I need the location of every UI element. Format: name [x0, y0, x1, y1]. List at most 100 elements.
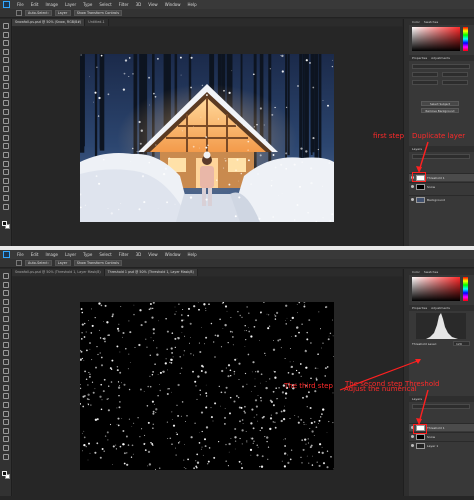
show-transform-controls[interactable]: Show Transform Controls [73, 260, 122, 266]
properties-field[interactable] [442, 72, 468, 77]
tool-icon[interactable] [3, 341, 9, 348]
move-tool-icon[interactable] [16, 10, 22, 16]
tool-icon[interactable] [3, 307, 9, 314]
auto-select-target[interactable]: Layer [54, 10, 71, 16]
menu-3d[interactable]: 3D [136, 250, 142, 259]
tool-icon[interactable] [3, 117, 9, 124]
eye-icon[interactable] [411, 435, 414, 438]
tool-icon[interactable] [3, 453, 9, 460]
tool-icon[interactable] [3, 23, 9, 29]
tool-icon[interactable] [3, 160, 9, 167]
tool-icon[interactable] [3, 74, 9, 81]
tool-icon[interactable] [3, 367, 9, 374]
tool-icon[interactable] [3, 126, 9, 133]
layer-filter-field[interactable] [412, 404, 470, 409]
tool-icon[interactable] [3, 290, 9, 297]
color-field[interactable] [412, 27, 460, 51]
auto-select-checkbox[interactable]: Auto-Select: [25, 10, 52, 16]
layers-panel-tab[interactable]: Layers [409, 146, 474, 152]
eye-icon[interactable] [411, 185, 414, 188]
select-subject-button[interactable]: Select Subject [421, 101, 459, 106]
threshold-level-input[interactable]: 129 [453, 341, 470, 346]
tool-icon[interactable] [3, 350, 9, 357]
tab-swatches[interactable]: Swatches [424, 269, 438, 275]
menu-file[interactable]: File [17, 250, 24, 259]
document-tab[interactable]: Untitled-1 [85, 19, 109, 26]
tab-properties[interactable]: Properties [412, 305, 427, 311]
menu-window[interactable]: Window [165, 250, 181, 259]
tool-icon[interactable] [3, 48, 9, 55]
tool-icon[interactable] [3, 169, 9, 176]
tool-icon[interactable] [3, 177, 9, 184]
menu-edit[interactable]: Edit [31, 0, 39, 9]
tool-icon[interactable] [3, 91, 9, 98]
hue-slider[interactable] [463, 27, 468, 51]
tool-icon[interactable] [3, 281, 9, 288]
tool-icon[interactable] [3, 83, 9, 90]
menu-type[interactable]: Type [83, 0, 92, 9]
tool-icon[interactable] [3, 109, 9, 115]
tool-icon[interactable] [3, 134, 9, 141]
move-tool-icon[interactable] [16, 260, 22, 266]
tool-icon[interactable] [3, 57, 9, 64]
menu-view[interactable]: View [148, 250, 158, 259]
tool-icon[interactable] [3, 410, 9, 417]
tool-icon[interactable] [3, 402, 9, 408]
foreground-color-swatch[interactable] [2, 221, 7, 226]
tab-color[interactable]: Color [412, 269, 420, 275]
tool-icon[interactable] [3, 316, 9, 322]
tool-icon[interactable] [3, 40, 9, 47]
tool-icon[interactable] [3, 31, 9, 38]
color-field[interactable] [412, 277, 460, 301]
tool-icon[interactable] [3, 436, 9, 443]
tab-swatches[interactable]: Swatches [424, 19, 438, 25]
tool-icon[interactable] [3, 203, 9, 210]
document-tab[interactable]: Snowfall-ps.psd @ 50% (Threshold 1, Laye… [12, 269, 105, 276]
threshold-histogram[interactable] [416, 313, 466, 339]
tool-icon[interactable] [3, 384, 9, 391]
tool-icon[interactable] [3, 376, 9, 383]
remove-background-button[interactable]: Remove Background [421, 108, 459, 113]
tab-adjustments[interactable]: Adjustments [431, 305, 450, 311]
tool-icon[interactable] [3, 298, 9, 305]
properties-field[interactable] [412, 72, 438, 77]
menu-layer[interactable]: Layer [65, 250, 76, 259]
menu-select[interactable]: Select [99, 250, 111, 259]
menu-image[interactable]: Image [45, 0, 58, 9]
auto-select-checkbox[interactable]: Auto-Select: [25, 260, 52, 266]
tool-icon[interactable] [3, 393, 9, 400]
properties-field[interactable] [412, 64, 470, 69]
tool-icon[interactable] [3, 273, 9, 279]
menu-file[interactable]: File [17, 0, 24, 9]
document-tab-active[interactable]: Snowfall-ps.psd @ 50% (Snow, RGB/8#) [12, 19, 86, 26]
tab-adjustments[interactable]: Adjustments [431, 55, 450, 61]
auto-select-target[interactable]: Layer [54, 260, 71, 266]
properties-field[interactable] [442, 80, 468, 85]
tool-icon[interactable] [3, 152, 9, 158]
tool-icon[interactable] [3, 66, 9, 72]
menu-type[interactable]: Type [83, 250, 92, 259]
document-canvas[interactable] [80, 54, 334, 222]
tool-icon[interactable] [3, 427, 9, 434]
tool-icon[interactable] [3, 445, 9, 451]
tool-icon[interactable] [3, 186, 9, 193]
layer-row[interactable]: Layer 1 [409, 441, 474, 449]
properties-field[interactable] [412, 80, 438, 85]
document-tab-active[interactable]: Threshold 1 psd @ 50% (Threshold 1, Laye… [104, 269, 198, 276]
menu-select[interactable]: Select [99, 0, 111, 9]
tool-icon[interactable] [3, 324, 9, 331]
menu-window[interactable]: Window [165, 0, 181, 9]
tool-icon[interactable] [3, 100, 9, 107]
menu-filter[interactable]: Filter [119, 250, 129, 259]
layer-row[interactable]: Snow [409, 182, 474, 190]
show-transform-controls[interactable]: Show Transform Controls [73, 10, 122, 16]
tool-icon[interactable] [3, 143, 9, 150]
tool-icon[interactable] [3, 419, 9, 426]
layer-filter-field[interactable] [412, 154, 470, 159]
hue-slider[interactable] [463, 277, 468, 301]
menu-help[interactable]: Help [187, 250, 196, 259]
tool-icon[interactable] [3, 195, 9, 201]
layer-row[interactable]: Background [409, 195, 474, 203]
menu-view[interactable]: View [148, 0, 158, 9]
tab-color[interactable]: Color [412, 19, 420, 25]
